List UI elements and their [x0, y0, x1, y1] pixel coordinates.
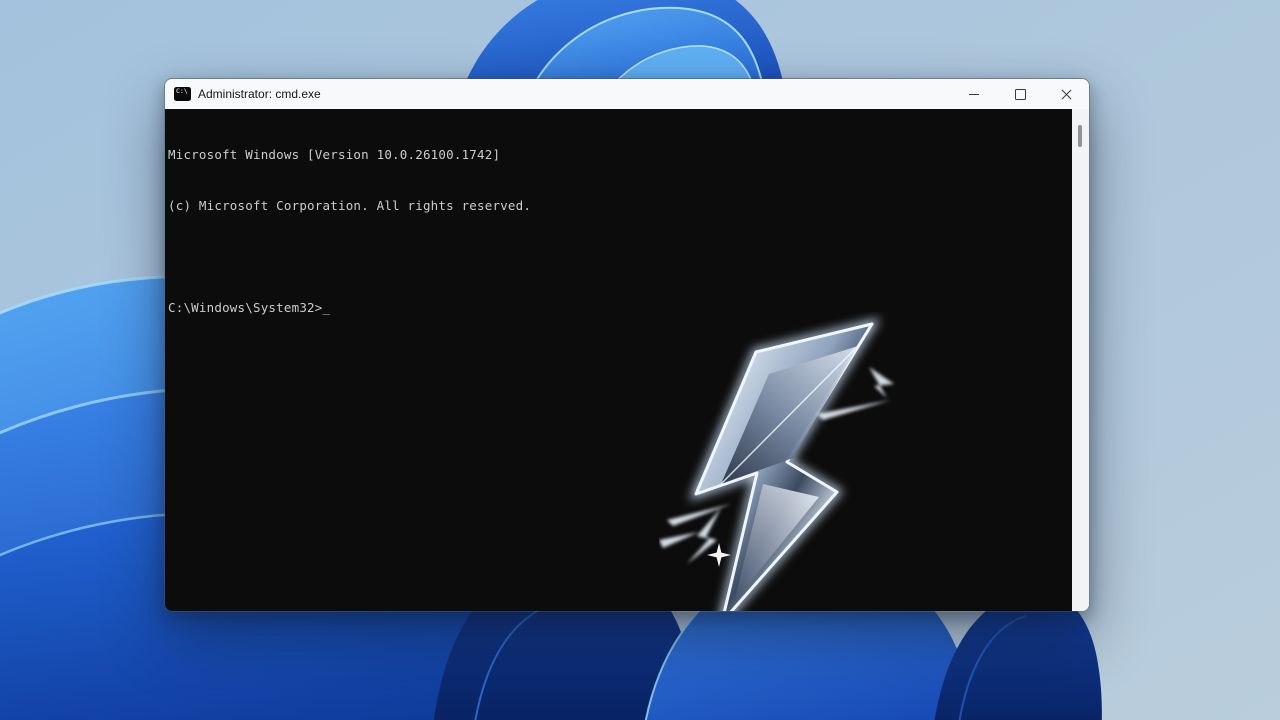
console-prompt-line: C:\Windows\System32>_ — [168, 299, 1072, 316]
lightning-bolt-artwork — [659, 312, 899, 612]
close-icon — [1061, 89, 1072, 100]
console-output[interactable]: Microsoft Windows [Version 10.0.26100.17… — [165, 109, 1072, 611]
maximize-icon — [1015, 89, 1026, 100]
minimize-button[interactable] — [951, 79, 997, 109]
console-line: (c) Microsoft Corporation. All rights re… — [168, 197, 1072, 214]
cmd-icon-glyph: C:\ — [176, 88, 188, 95]
maximize-button[interactable] — [997, 79, 1043, 109]
minimize-icon — [969, 94, 979, 95]
close-button[interactable] — [1043, 79, 1089, 109]
scrollbar-track[interactable] — [1072, 109, 1089, 611]
cmd-window: C:\ Administrator: cmd.exe Microsoft Win… — [164, 78, 1090, 612]
console-line: Microsoft Windows [Version 10.0.26100.17… — [168, 146, 1072, 163]
console-blank-line — [168, 248, 1072, 265]
window-title: Administrator: cmd.exe — [198, 87, 951, 101]
text-cursor: _ — [323, 299, 331, 316]
scrollbar-thumb[interactable] — [1078, 125, 1082, 147]
title-bar[interactable]: C:\ Administrator: cmd.exe — [165, 79, 1089, 109]
prompt-text: C:\Windows\System32> — [168, 300, 323, 315]
cmd-icon: C:\ — [174, 87, 191, 101]
